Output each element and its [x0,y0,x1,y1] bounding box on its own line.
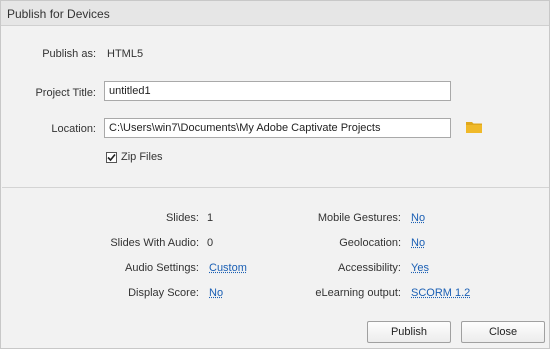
zip-files-label: Zip Files [121,151,163,163]
project-title-label: Project Title: [35,87,96,99]
display-score-link[interactable]: No [209,287,223,299]
mobile-gestures-link[interactable]: No [411,212,425,224]
publish-button[interactable]: Publish [367,321,451,343]
slides-with-audio-label: Slides With Audio: [110,237,199,249]
audio-settings-label: Audio Settings: [125,262,199,274]
geolocation-label: Geolocation: [339,237,401,249]
zip-files-checkbox[interactable] [106,152,117,163]
audio-settings-link[interactable]: Custom [209,262,247,274]
location-label: Location: [51,123,96,135]
project-title-input[interactable] [104,81,451,101]
slides-value: 1 [207,212,214,224]
close-button[interactable]: Close [461,321,545,343]
elearning-output-link[interactable]: SCORM 1.2 [411,287,470,299]
location-input[interactable] [104,118,451,138]
section-divider [2,187,549,188]
slides-label: Slides: [165,212,199,224]
display-score-label: Display Score: [128,287,199,299]
mobile-gestures-label: Mobile Gestures: [317,212,401,224]
slides-with-audio-value: 0 [207,237,214,249]
title-bar: Publish for Devices [1,1,549,26]
elearning-output-label: eLearning output: [315,287,401,299]
accessibility-label: Accessibility: [338,262,401,274]
window-title: Publish for Devices [7,7,110,21]
publish-dialog: Publish for Devices Publish as: HTML5 Pr… [0,0,550,349]
accessibility-link[interactable]: Yes [411,262,429,274]
publish-as-label: Publish as: [42,48,96,60]
checkmark-icon [107,153,116,162]
folder-icon[interactable] [466,121,482,133]
publish-as-value: HTML5 [107,48,144,60]
geolocation-link[interactable]: No [411,237,425,249]
